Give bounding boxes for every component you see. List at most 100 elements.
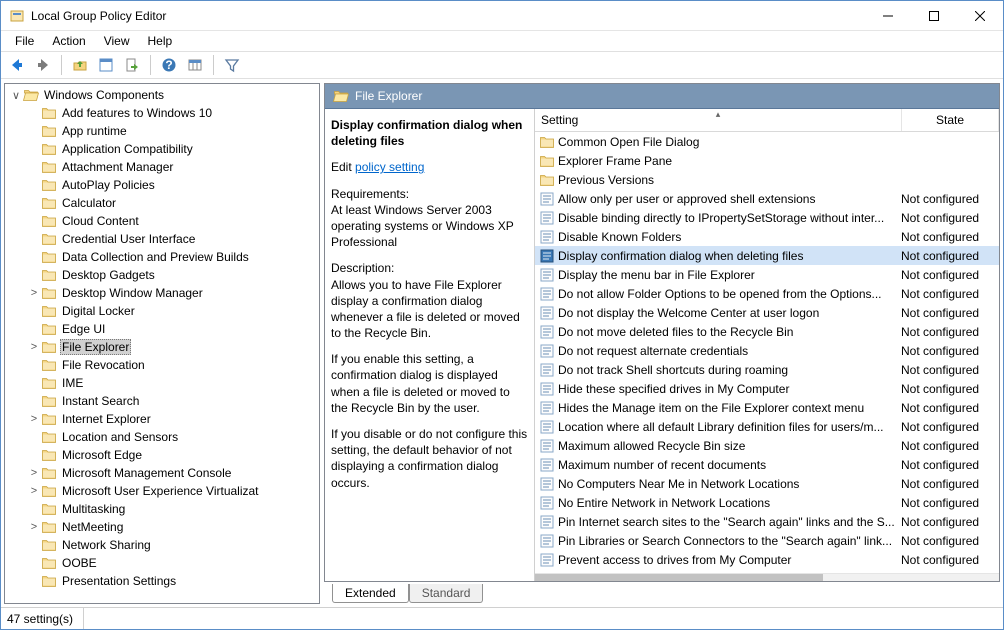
tree-item[interactable]: Edge UI [27,320,319,338]
folder-icon [41,393,57,409]
export-list-button[interactable] [120,53,144,77]
tree-item[interactable]: AutoPlay Policies [27,176,319,194]
tree-item[interactable]: Desktop Gadgets [27,266,319,284]
collapse-icon[interactable]: ∨ [9,89,23,102]
folder-header-title: File Explorer [355,89,422,103]
tree-item[interactable]: IME [27,374,319,392]
list-pane: Setting▴ State Common Open File DialogEx… [535,109,999,581]
folder-icon [41,213,57,229]
list-setting[interactable]: Prevent access to drives from My Compute… [535,550,999,569]
folder-icon [41,285,57,301]
tree-item[interactable]: Credential User Interface [27,230,319,248]
tree-item[interactable]: >Microsoft Management Console [27,464,319,482]
expand-icon[interactable]: > [27,413,41,425]
tree-item[interactable]: Cloud Content [27,212,319,230]
tree-pane[interactable]: ∨Windows ComponentsAdd features to Windo… [4,83,320,604]
column-setting[interactable]: Setting▴ [535,109,902,131]
tree-item[interactable]: Presentation Settings [27,572,319,590]
window-title: Local Group Policy Editor [31,9,865,23]
tab-extended[interactable]: Extended [332,584,409,603]
list-setting[interactable]: Pin Internet search sites to the "Search… [535,512,999,531]
menubar: FileActionViewHelp [1,31,1003,51]
edit-policy-link[interactable]: policy setting [355,160,424,174]
list-folder[interactable]: Explorer Frame Pane [535,151,999,170]
list-setting[interactable]: Hide these specified drives in My Comput… [535,379,999,398]
list-folder[interactable]: Common Open File Dialog [535,132,999,151]
minimize-button[interactable] [865,1,911,31]
expand-icon[interactable]: > [27,485,41,497]
tree-item[interactable]: Multitasking [27,500,319,518]
tree-item[interactable]: Microsoft Edge [27,446,319,464]
list-setting[interactable]: Do not allow Folder Options to be opened… [535,284,999,303]
list-setting[interactable]: Disable Known FoldersNot configured [535,227,999,246]
folder-open-icon [23,87,39,103]
setting-icon [539,305,555,321]
tree-item[interactable]: Data Collection and Preview Builds [27,248,319,266]
tree-item[interactable]: >Internet Explorer [27,410,319,428]
status-text: 47 setting(s) [7,608,84,629]
menu-view[interactable]: View [96,33,138,49]
tree-item[interactable]: Network Sharing [27,536,319,554]
tree-item[interactable]: >File Explorer [27,338,319,356]
expand-icon[interactable]: > [27,521,41,533]
list-setting[interactable]: Disable binding directly to IPropertySet… [535,208,999,227]
tree-item[interactable]: File Revocation [27,356,319,374]
setting-icon [539,267,555,283]
list-setting[interactable]: Pin Libraries or Search Connectors to th… [535,531,999,550]
tab-standard[interactable]: Standard [409,584,484,603]
tree-item[interactable]: Digital Locker [27,302,319,320]
menu-file[interactable]: File [7,33,42,49]
list-folder[interactable]: Previous Versions [535,170,999,189]
list-setting[interactable]: Location where all default Library defin… [535,417,999,436]
expand-icon[interactable]: > [27,341,41,353]
help-button[interactable] [157,53,181,77]
list-setting[interactable]: Allow only per user or approved shell ex… [535,189,999,208]
list-setting[interactable]: Do not request alternate credentialsNot … [535,341,999,360]
columns-button[interactable] [183,53,207,77]
list-setting[interactable]: Maximum number of recent documentsNot co… [535,455,999,474]
back-button[interactable] [5,53,29,77]
tree-item[interactable]: Attachment Manager [27,158,319,176]
list-setting[interactable]: Display the menu bar in File ExplorerNot… [535,265,999,284]
list-setting[interactable]: No Computers Near Me in Network Location… [535,474,999,493]
expand-icon[interactable]: > [27,467,41,479]
setting-icon [539,400,555,416]
tree-root[interactable]: ∨Windows Components [9,86,319,104]
close-button[interactable] [957,1,1003,31]
tree-item[interactable]: Location and Sensors [27,428,319,446]
list-body[interactable]: Common Open File DialogExplorer Frame Pa… [535,132,999,573]
tree-item[interactable]: >NetMeeting [27,518,319,536]
list-setting[interactable]: Display confirmation dialog when deletin… [535,246,999,265]
list-setting[interactable]: Hides the Manage item on the File Explor… [535,398,999,417]
list-setting[interactable]: Do not move deleted files to the Recycle… [535,322,999,341]
horizontal-scrollbar[interactable] [535,573,999,581]
tree-item[interactable]: Application Compatibility [27,140,319,158]
forward-button[interactable] [31,53,55,77]
tree-item[interactable]: OOBE [27,554,319,572]
tree-item[interactable]: >Desktop Window Manager [27,284,319,302]
list-setting[interactable]: Do not track Shell shortcuts during roam… [535,360,999,379]
up-level-button[interactable] [68,53,92,77]
folder-icon [41,231,57,247]
setting-icon [539,229,555,245]
folder-icon [41,555,57,571]
list-setting[interactable]: No Entire Network in Network LocationsNo… [535,493,999,512]
folder-icon [41,573,57,589]
folder-icon [41,267,57,283]
menu-action[interactable]: Action [44,33,93,49]
list-setting[interactable]: Maximum allowed Recycle Bin sizeNot conf… [535,436,999,455]
show-hide-tree-button[interactable] [94,53,118,77]
list-setting[interactable]: Do not display the Welcome Center at use… [535,303,999,322]
tree-item[interactable]: Instant Search [27,392,319,410]
expand-icon[interactable]: > [27,287,41,299]
setting-icon [539,514,555,530]
filter-button[interactable] [220,53,244,77]
tree-item[interactable]: App runtime [27,122,319,140]
tree-item[interactable]: Add features to Windows 10 [27,104,319,122]
maximize-button[interactable] [911,1,957,31]
tree-item[interactable]: Calculator [27,194,319,212]
tree-item[interactable]: >Microsoft User Experience Virtualizat [27,482,319,500]
menu-help[interactable]: Help [140,33,181,49]
column-state[interactable]: State [902,109,999,131]
tab-strip: Extended Standard [324,582,1000,604]
